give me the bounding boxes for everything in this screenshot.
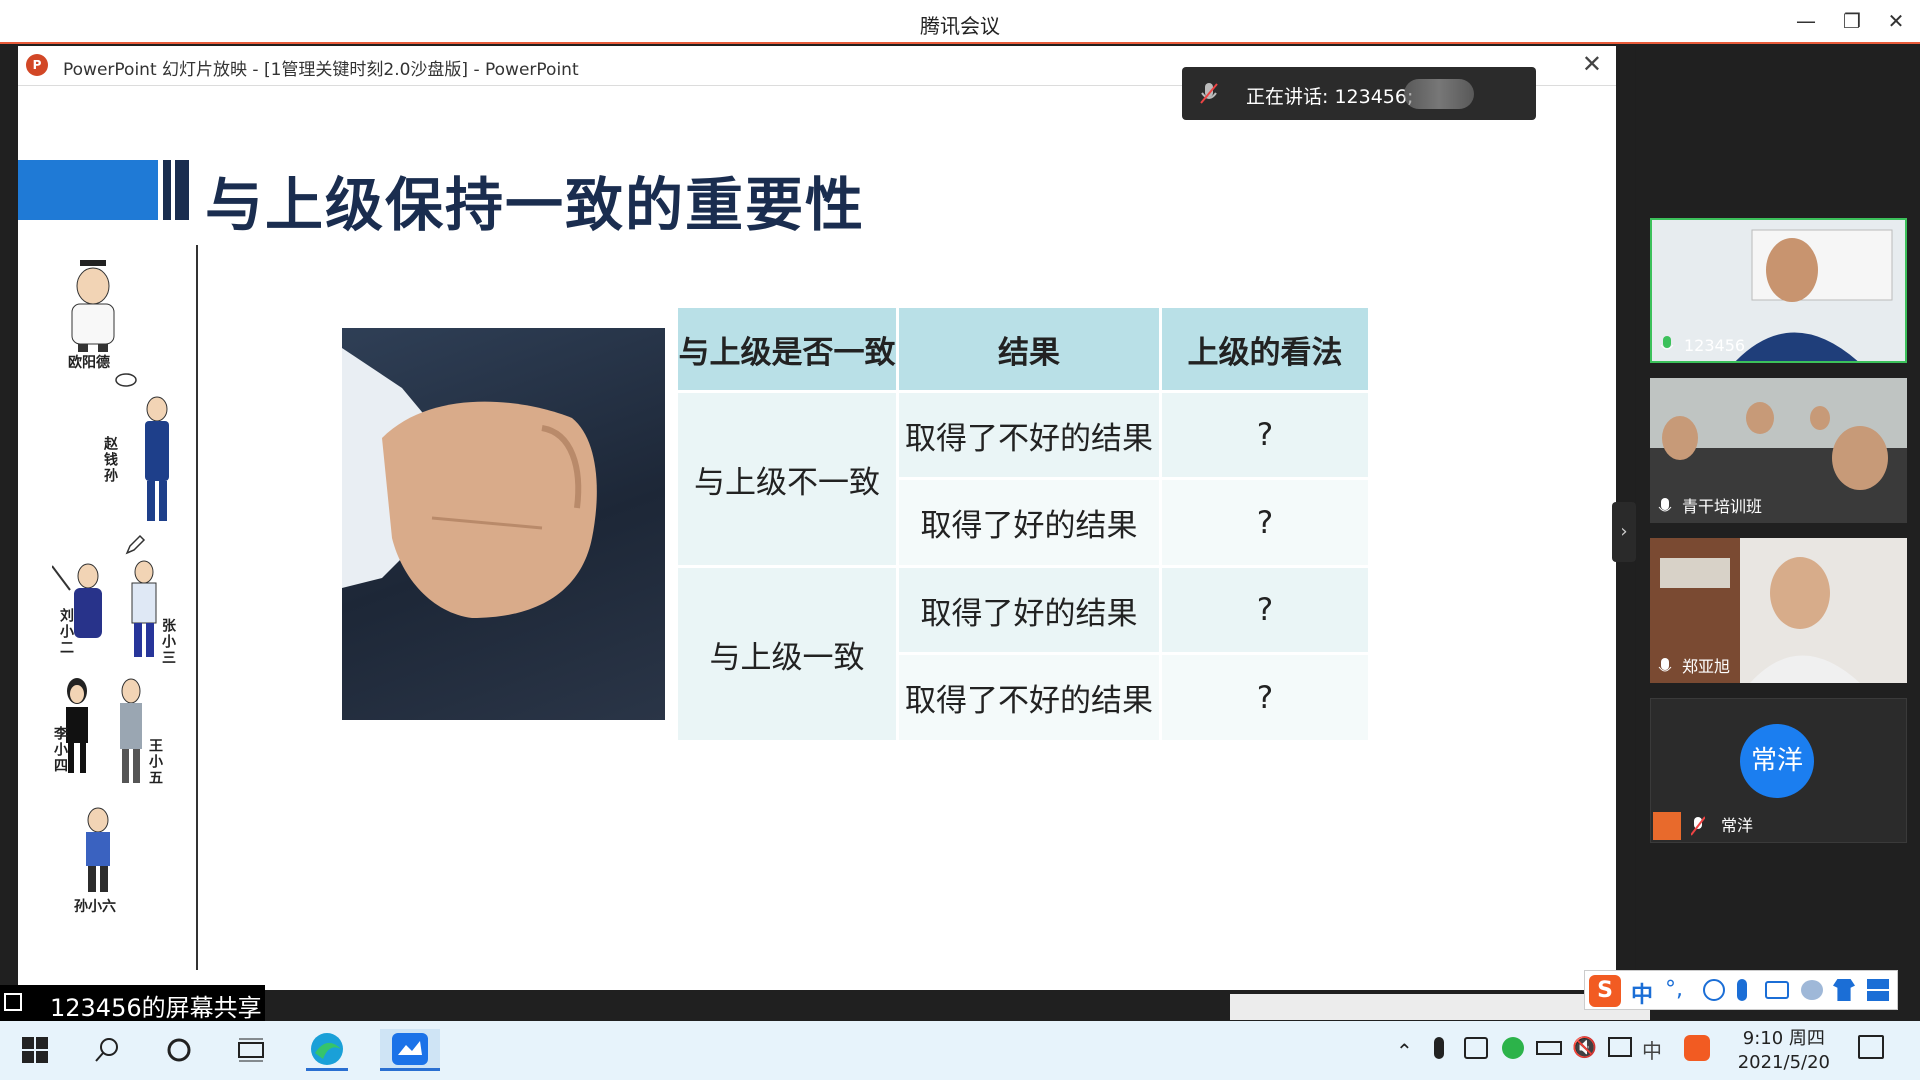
speech-bubble-icon: [114, 372, 138, 392]
app-title: 腾讯会议: [920, 14, 1000, 38]
battery-icon[interactable]: [1536, 1041, 1562, 1055]
participant-panel: [1636, 46, 1920, 1021]
participant-tile[interactable]: 123456: [1650, 218, 1907, 363]
title-accent-stripe: [163, 160, 171, 220]
keyboard-icon[interactable]: [1765, 981, 1789, 999]
character-label: 欧阳德: [68, 355, 110, 371]
comparison-table: 与上级是否一致 结果 上级的看法 与上级不一致 取得了不好的结果 ? 取得了好的…: [678, 308, 1468, 740]
task-view-icon[interactable]: [230, 1029, 272, 1071]
mic-muted-icon: [1691, 816, 1705, 836]
security-icon[interactable]: [1502, 1037, 1524, 1059]
app-title-bar: 腾讯会议 — ❐ ✕: [0, 0, 1920, 44]
participant-tile[interactable]: 青干培训班: [1650, 378, 1907, 523]
taskbar: ⌃ 🔇 中 9:10 周四 2021/5/20: [0, 1021, 1920, 1080]
participant-tile[interactable]: 郑亚旭: [1650, 538, 1907, 683]
close-button[interactable]: ✕: [1876, 6, 1916, 36]
left-border: [0, 46, 18, 1021]
network-sync-icon[interactable]: [1464, 1037, 1488, 1059]
participant-name: 郑亚旭: [1682, 657, 1731, 676]
result-cell: 取得了好的结果: [899, 480, 1159, 565]
toolbox-icon[interactable]: [1867, 979, 1889, 1001]
volume-muted-icon[interactable]: 🔇: [1572, 1035, 1597, 1059]
ime-toolbar: S 中 °,: [1584, 970, 1898, 1010]
share-label-text: 123456的屏幕共享: [50, 994, 262, 1022]
participant-name: 常洋: [1721, 816, 1754, 835]
character-label: 王小五: [147, 738, 163, 786]
mic-muted-icon: [1200, 83, 1218, 104]
participant-avatar: 常洋: [1740, 724, 1814, 798]
title-accent-bar: [18, 160, 158, 220]
cortana-icon[interactable]: [158, 1029, 200, 1071]
powerpoint-window-title: PowerPoint 幻灯片放映 - [1管理关键时刻2.0沙盘版] - Pow…: [63, 60, 579, 80]
ime-indicator[interactable]: 中: [1642, 1035, 1662, 1064]
mic-icon: [1658, 658, 1672, 672]
title-accent-stripe: [175, 160, 189, 220]
clock-date: 2021/5/20: [1737, 1052, 1830, 1073]
minimize-button[interactable]: —: [1786, 6, 1826, 36]
blurred-name: [1404, 79, 1474, 109]
clock-time: 9:10 周四: [1742, 1028, 1825, 1049]
network-icon[interactable]: [1608, 1037, 1632, 1057]
character-label: 张小三: [160, 618, 176, 666]
mic-tray-icon[interactable]: [1434, 1037, 1444, 1059]
edge-icon[interactable]: [306, 1029, 348, 1071]
divider-line: [196, 245, 198, 970]
table-header: 与上级是否一致: [678, 308, 896, 390]
slide-title: 与上级保持一致的重要性: [205, 171, 866, 239]
ime-punct[interactable]: °,: [1665, 977, 1683, 1002]
man-figure: [126, 560, 162, 664]
restore-button[interactable]: ❐: [1832, 6, 1872, 36]
ppt-close-icon[interactable]: ✕: [1582, 50, 1602, 78]
tencent-meeting-icon[interactable]: [380, 1029, 440, 1071]
powerpoint-icon: P: [26, 54, 48, 76]
view-cell: ?: [1162, 568, 1368, 652]
pencil-icon: [124, 534, 146, 560]
notification-icon[interactable]: [1858, 1035, 1884, 1059]
screen-share-label: 123456的屏幕共享: [0, 985, 265, 1022]
view-cell: ?: [1162, 655, 1368, 740]
emoji-icon[interactable]: [1703, 979, 1725, 1001]
phone-man-figure: [78, 806, 118, 900]
speaking-text: 正在讲话: 123456;: [1246, 86, 1414, 108]
search-icon[interactable]: [86, 1029, 128, 1071]
group-label: 与上级一致: [678, 568, 896, 740]
character-label: 孙小六: [74, 899, 116, 915]
participant-name: 青干培训班: [1682, 497, 1763, 516]
green-mic-icon: [1660, 336, 1674, 350]
sogou-icon[interactable]: S: [1589, 975, 1621, 1007]
ime-lang[interactable]: 中: [1631, 977, 1653, 1009]
voice-icon[interactable]: [1737, 979, 1747, 1001]
character-label: 赵钱孙: [102, 436, 118, 484]
collapse-panel-button[interactable]: ›: [1612, 502, 1636, 562]
character-label: 刘小二: [58, 608, 74, 656]
sogou-tray-icon[interactable]: [1684, 1035, 1710, 1061]
doctor-figure: [58, 258, 128, 357]
result-cell: 取得了不好的结果: [899, 655, 1159, 740]
chevron-up-icon[interactable]: ⌃: [1396, 1039, 1413, 1063]
mic-icon: [1658, 498, 1672, 512]
character-label: 李小四: [52, 726, 68, 774]
view-cell: ?: [1162, 393, 1368, 477]
participant-name: 123456: [1684, 336, 1746, 355]
user-center-icon[interactable]: [1801, 980, 1823, 1000]
old-man-figure: [116, 677, 146, 791]
fist-photo: [342, 328, 665, 720]
view-cell: ?: [1162, 480, 1368, 565]
result-cell: 取得了好的结果: [899, 568, 1159, 652]
businessman-figure: [133, 395, 177, 534]
start-icon[interactable]: [14, 1029, 56, 1071]
table-header: 结果: [899, 308, 1159, 390]
table-header: 上级的看法: [1162, 308, 1368, 390]
result-cell: 取得了不好的结果: [899, 393, 1159, 477]
skin-icon[interactable]: [1833, 979, 1855, 1001]
participant-tile[interactable]: 常洋 常洋: [1650, 698, 1907, 843]
clock[interactable]: 9:10 周四 2021/5/20: [1738, 1027, 1830, 1075]
user-icon: [1653, 812, 1681, 840]
screen-share-icon: [4, 993, 22, 1011]
group-label: 与上级不一致: [678, 393, 896, 565]
speaking-toast: 正在讲话: 123456;: [1182, 67, 1536, 120]
